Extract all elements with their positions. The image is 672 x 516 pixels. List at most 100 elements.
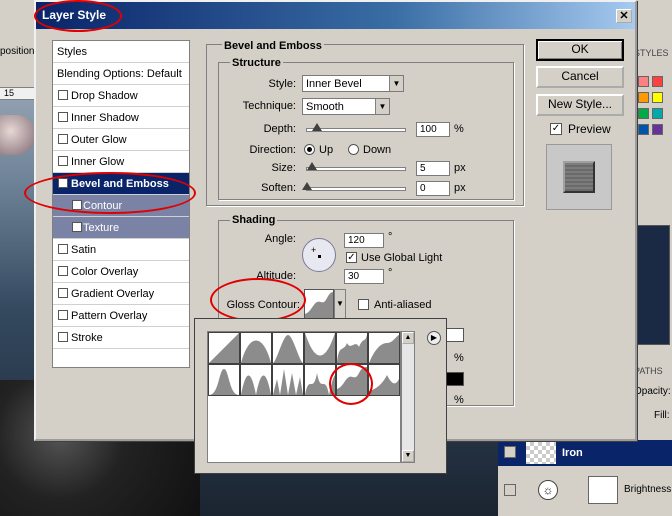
preview-checkbox[interactable]: ✓ (550, 123, 562, 135)
swatch[interactable] (652, 92, 663, 103)
style-item-texture[interactable]: ✓ Texture (53, 217, 189, 239)
altitude-unit: ° (388, 267, 393, 279)
contour-curve-icon (273, 369, 303, 395)
layer-row-brightness[interactable]: ☼ Brightness (498, 474, 672, 506)
style-checkbox[interactable] (58, 310, 68, 320)
depth-slider-thumb[interactable] (312, 123, 322, 131)
contour-preset[interactable] (272, 364, 304, 396)
layer-row-iron[interactable]: Iron (498, 440, 672, 466)
style-checkbox[interactable] (58, 90, 68, 100)
angle-dial[interactable]: + (302, 238, 336, 272)
style-item-stroke[interactable]: Stroke (53, 327, 189, 349)
contour-curve-icon (273, 335, 303, 363)
swatch[interactable] (638, 92, 649, 103)
chevron-down-icon[interactable]: ▼ (334, 289, 346, 319)
style-item-inner-glow[interactable]: Inner Glow (53, 151, 189, 173)
anti-aliased-checkbox[interactable] (358, 299, 369, 310)
picker-menu-arrow-icon[interactable]: ▶ (427, 331, 441, 345)
swatch[interactable] (638, 108, 649, 119)
soften-input[interactable]: 0 (416, 181, 450, 196)
contour-preset[interactable] (336, 332, 368, 364)
contour-preset[interactable] (208, 364, 240, 396)
swatch[interactable] (652, 124, 663, 135)
style-checkbox[interactable] (58, 156, 68, 166)
styles-tab[interactable]: STYLES (634, 48, 669, 58)
swatch[interactable] (638, 76, 649, 87)
style-value: Inner Bevel (306, 78, 362, 90)
chevron-down-icon: ▼ (375, 99, 389, 114)
crosshair-icon: + (311, 245, 317, 255)
style-checkbox[interactable] (58, 244, 68, 254)
shadow-opacity-unit: % (454, 394, 464, 406)
style-checkbox[interactable] (58, 266, 68, 276)
contour-preset[interactable] (368, 332, 400, 364)
eye-icon[interactable] (504, 446, 516, 458)
opacity-label: Opacity: (634, 386, 671, 397)
contour-preset[interactable] (208, 332, 240, 364)
gloss-contour-preview[interactable] (304, 289, 334, 319)
styles-header[interactable]: Styles (53, 41, 189, 63)
technique-select[interactable]: Smooth ▼ (302, 98, 390, 115)
eye-icon[interactable] (504, 484, 516, 496)
soften-slider[interactable] (302, 182, 406, 191)
style-item-label: Drop Shadow (71, 90, 138, 102)
direction-label: Direction: (249, 144, 296, 156)
scroll-up-icon[interactable]: ▲ (402, 332, 414, 344)
size-input[interactable]: 5 (416, 161, 450, 176)
style-checkbox[interactable]: ✓ (72, 222, 82, 232)
shading-title: Shading (230, 214, 278, 226)
contour-preset[interactable] (368, 364, 400, 396)
highlight-color-swatch[interactable] (446, 328, 464, 342)
contour-preset[interactable] (240, 364, 272, 396)
global-light-label: Use Global Light (361, 252, 443, 264)
picker-scrollbar[interactable]: ▲ ▼ (401, 331, 415, 463)
swatch[interactable] (652, 108, 663, 119)
cancel-button[interactable]: Cancel (536, 66, 624, 88)
size-slider-thumb[interactable] (307, 162, 317, 170)
contour-curve-icon (241, 340, 271, 363)
altitude-input[interactable]: 30 (344, 269, 384, 284)
direction-down-radio[interactable] (348, 144, 359, 155)
contour-preset[interactable] (240, 332, 272, 364)
title-bar[interactable]: Layer Style ✕ (36, 2, 635, 29)
shadow-color-swatch[interactable] (446, 372, 464, 386)
soften-slider-thumb[interactable] (302, 182, 312, 190)
style-item-satin[interactable]: Satin (53, 239, 189, 261)
style-checkbox[interactable] (58, 134, 68, 144)
style-item-label: Satin (71, 244, 97, 256)
size-slider[interactable] (306, 162, 406, 171)
style-checkbox[interactable] (58, 288, 68, 298)
contour-curve-icon (209, 369, 239, 395)
direction-up-label: Up (319, 144, 334, 156)
angle-input[interactable]: 120 (344, 233, 384, 248)
style-checkbox[interactable] (58, 112, 68, 122)
swatch[interactable] (638, 124, 649, 135)
layer-name: Iron (562, 447, 583, 459)
style-item-label: Texture (83, 222, 120, 234)
style-item-gradient-overlay[interactable]: Gradient Overlay (53, 283, 189, 305)
ok-button[interactable]: OK (536, 39, 624, 61)
direction-up-radio[interactable] (304, 144, 315, 155)
close-button[interactable]: ✕ (616, 9, 632, 23)
style-item-label: Inner Shadow (71, 112, 139, 124)
depth-input[interactable]: 100 (416, 122, 450, 137)
layer-mask (588, 476, 618, 504)
style-item-blending-options-default[interactable]: Blending Options: Default (53, 63, 189, 85)
global-light-checkbox[interactable]: ✓ (346, 252, 357, 263)
style-item-pattern-overlay[interactable]: Pattern Overlay (53, 305, 189, 327)
paths-tab[interactable]: PATHS (634, 366, 663, 376)
contour-preset[interactable] (272, 332, 304, 364)
style-item-label: Outer Glow (71, 134, 127, 146)
depth-slider[interactable] (306, 123, 406, 132)
swatch[interactable] (652, 76, 663, 87)
new-style-button[interactable]: New Style... (536, 94, 624, 116)
style-item-color-overlay[interactable]: Color Overlay (53, 261, 189, 283)
contour-preset[interactable] (304, 332, 336, 364)
scroll-down-icon[interactable]: ▼ (402, 450, 414, 462)
style-item-outer-glow[interactable]: Outer Glow (53, 129, 189, 151)
style-item-drop-shadow[interactable]: Drop Shadow (53, 85, 189, 107)
style-item-inner-shadow[interactable]: Inner Shadow (53, 107, 189, 129)
style-checkbox[interactable] (58, 332, 68, 342)
preview-label: Preview (568, 122, 611, 136)
style-select[interactable]: Inner Bevel ▼ (302, 75, 404, 92)
